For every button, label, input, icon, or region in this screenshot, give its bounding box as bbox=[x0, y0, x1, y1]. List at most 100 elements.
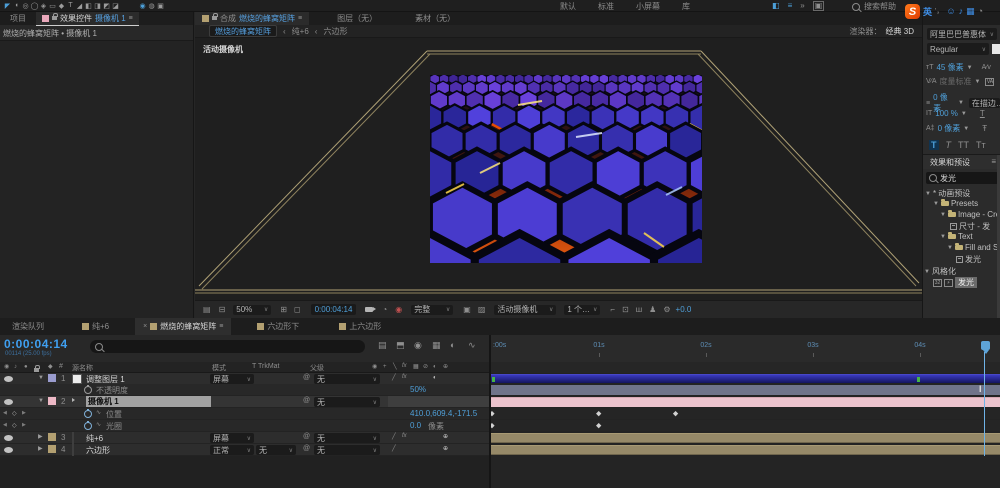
twirl-down-icon[interactable]: ▼ bbox=[940, 234, 946, 240]
panel-menu-icon[interactable] bbox=[219, 323, 223, 330]
tracking-dropdown-arrow[interactable]: ▼ bbox=[958, 100, 964, 106]
font-size-dropdown-arrow[interactable]: ▼ bbox=[967, 65, 973, 71]
aperture-value[interactable]: 0.0 bbox=[410, 421, 421, 430]
opacity-value[interactable]: 50% bbox=[410, 385, 426, 394]
layer-bar-adjustment[interactable] bbox=[491, 374, 1000, 383]
mode-dropdown[interactable]: 正常 bbox=[210, 445, 254, 455]
label-swatch-pink[interactable] bbox=[48, 397, 56, 405]
panel-menu-icon[interactable] bbox=[298, 15, 302, 22]
position-value[interactable]: 410.0,609.4,-171.5 bbox=[410, 409, 477, 418]
threed-switch[interactable]: ⊕ bbox=[443, 434, 448, 440]
snapshot-camera-icon[interactable] bbox=[365, 307, 373, 312]
position-keyframe-track[interactable]: ◆◆◆ bbox=[491, 408, 1000, 419]
vertical-scale-value[interactable]: 100 % bbox=[935, 109, 958, 118]
aperture-keyframe-track[interactable]: ◆◆ bbox=[491, 420, 1000, 431]
quality-switch[interactable]: ╱ bbox=[392, 446, 396, 452]
stopwatch-icon[interactable] bbox=[84, 410, 92, 418]
twirl-down-icon[interactable]: ▼ bbox=[38, 375, 44, 381]
breadcrumb-parent[interactable]: 纯+6 bbox=[292, 26, 309, 37]
hand-tool[interactable]: ◖ bbox=[12, 1, 21, 11]
next-keyframe-icon[interactable]: ▶ bbox=[22, 423, 26, 428]
roto-brush-tool[interactable]: ◩ bbox=[102, 1, 111, 11]
pickwhip-icon[interactable]: @ bbox=[303, 397, 310, 404]
snapshot-stack-icon[interactable]: ▤ bbox=[203, 306, 211, 314]
small-caps-button[interactable]: Tт bbox=[976, 141, 986, 150]
ime-language-toggle[interactable]: 英 bbox=[923, 5, 932, 18]
ime-toolbox-icon[interactable]: ◔ bbox=[978, 7, 983, 16]
workspace-libraries[interactable]: 库 bbox=[682, 1, 690, 12]
current-time-display[interactable]: 0:00:04:14 bbox=[4, 337, 68, 351]
panel-menu-icon[interactable] bbox=[129, 15, 133, 22]
breadcrumb-grandparent[interactable]: 六边形 bbox=[323, 26, 347, 37]
people-tool-icon[interactable]: ◉ bbox=[138, 1, 147, 11]
prev-keyframe-icon[interactable]: ◀ bbox=[3, 411, 7, 416]
font-family-dropdown[interactable]: 阿里巴巴普惠体 bbox=[927, 28, 997, 40]
font-style-dropdown[interactable]: Regular bbox=[927, 43, 989, 55]
selection-tool[interactable]: ◤ bbox=[3, 1, 12, 11]
kerning-value[interactable]: 度量标准 bbox=[940, 76, 972, 87]
baseline-dropdown-arrow[interactable]: ▼ bbox=[963, 126, 969, 132]
next-keyframe-icon[interactable]: ▶ bbox=[22, 411, 26, 416]
graph-editor-icon[interactable]: ∿ bbox=[468, 341, 476, 350]
eye-icon[interactable] bbox=[4, 447, 13, 453]
tree-item-preset-size-glow[interactable]: 尺寸 - 发 bbox=[950, 221, 1000, 232]
overflow-chevrons-icon[interactable]: » bbox=[800, 2, 804, 10]
comp-viewport[interactable]: 活动摄像机 bbox=[195, 38, 922, 300]
fx-switch[interactable]: fx bbox=[402, 374, 407, 380]
show-snapshot-icon[interactable]: ◔ bbox=[382, 306, 387, 314]
pen-tool[interactable]: ◆ bbox=[57, 1, 66, 11]
property-name[interactable]: 不透明度 bbox=[96, 385, 128, 396]
label-swatch-tan[interactable] bbox=[48, 433, 56, 441]
people-tool-icon-2[interactable]: ◍ bbox=[147, 1, 156, 11]
renderer-info[interactable]: 渲染器： 经典 3D bbox=[850, 26, 914, 37]
eye-icon[interactable] bbox=[4, 399, 13, 405]
baseline-value[interactable]: 0 像素 bbox=[938, 123, 961, 134]
flowchart-icon[interactable]: ♟ bbox=[649, 306, 656, 314]
pickwhip-icon[interactable]: @ bbox=[303, 445, 310, 452]
faux-italic-button[interactable]: T bbox=[946, 141, 952, 150]
faux-bold-button[interactable]: T bbox=[929, 140, 939, 150]
shy-layers-icon[interactable]: ◉ bbox=[414, 341, 422, 350]
quality-switch[interactable]: ╱ bbox=[392, 375, 396, 381]
kerning-dropdown-arrow[interactable]: ▼ bbox=[975, 79, 981, 85]
property-row-aperture[interactable]: ◀ ◇ ▶ ∿ 光圈 0.0 像素 bbox=[0, 420, 490, 431]
label-swatch-lavender[interactable] bbox=[48, 374, 56, 382]
tree-item-animation-presets[interactable]: ▼ * 动画预设 bbox=[925, 188, 970, 199]
twirl-right-icon[interactable]: ▶ bbox=[38, 434, 43, 440]
tab-comp-pure6[interactable]: 纯+6 bbox=[82, 321, 109, 332]
fill-color-swatch[interactable] bbox=[992, 44, 1000, 54]
tree-item-fill-stroke-folder[interactable]: ▼ Fill and S bbox=[947, 243, 1000, 252]
keyframe-diamond-aperture[interactable]: ◆ bbox=[596, 422, 601, 429]
tree-item-text-folder[interactable]: ▼ Text bbox=[940, 232, 973, 241]
parent-dropdown[interactable]: 无 bbox=[314, 397, 380, 407]
adjustment-switch[interactable]: ◐ bbox=[433, 375, 437, 381]
pan-behind-tool[interactable]: ◈ bbox=[39, 1, 48, 11]
tab-comp-hexup[interactable]: 上六边形 bbox=[339, 321, 381, 332]
stopwatch-icon[interactable] bbox=[84, 422, 92, 430]
twirl-right-icon[interactable]: ▶ bbox=[38, 446, 43, 452]
tab-comp-hexdown[interactable]: 六边形下 bbox=[257, 321, 299, 332]
zoom-tool[interactable]: ◎ bbox=[21, 1, 30, 11]
draft-3d-icon[interactable]: ⬒ bbox=[396, 341, 405, 350]
layer-row-2-selected[interactable]: ▼ 2 摄像机 1 @ 无 bbox=[0, 396, 490, 407]
tab-layer[interactable]: 图层（无） bbox=[309, 13, 405, 24]
transparency-grid-icon[interactable]: ▨ bbox=[478, 306, 486, 314]
clone-stamp-tool[interactable]: ◧ bbox=[84, 1, 93, 11]
twirl-down-icon[interactable]: ▼ bbox=[38, 398, 44, 404]
effects-presets-header[interactable]: 效果和预设 bbox=[923, 155, 1000, 169]
region-of-interest-icon[interactable]: ▣ bbox=[463, 306, 471, 314]
workspace-small-screen[interactable]: 小屏幕 bbox=[636, 1, 660, 12]
label-swatch-tan[interactable] bbox=[48, 445, 56, 453]
close-tab-icon[interactable]: × bbox=[143, 323, 147, 330]
tree-item-glow-effect[interactable]: 32 ⚡ 发光 bbox=[933, 277, 977, 288]
mask-shape-tool[interactable]: ▭ bbox=[48, 1, 57, 11]
tree-item-preset-glow[interactable]: 发光 bbox=[956, 254, 981, 265]
twirl-down-icon[interactable]: ▼ bbox=[940, 212, 946, 218]
tab-render-queue[interactable]: 渲染队列 bbox=[12, 321, 44, 332]
threed-switch[interactable]: ⊕ bbox=[443, 446, 448, 452]
workspace-edit-icon[interactable]: ◧ bbox=[772, 2, 780, 10]
help-search[interactable]: 搜索帮助 bbox=[852, 1, 896, 12]
magnification-dropdown[interactable]: 50% bbox=[233, 305, 271, 315]
workspace-icon[interactable]: ▣ bbox=[156, 1, 165, 11]
ime-punct-icon[interactable]: '， bbox=[935, 8, 943, 15]
